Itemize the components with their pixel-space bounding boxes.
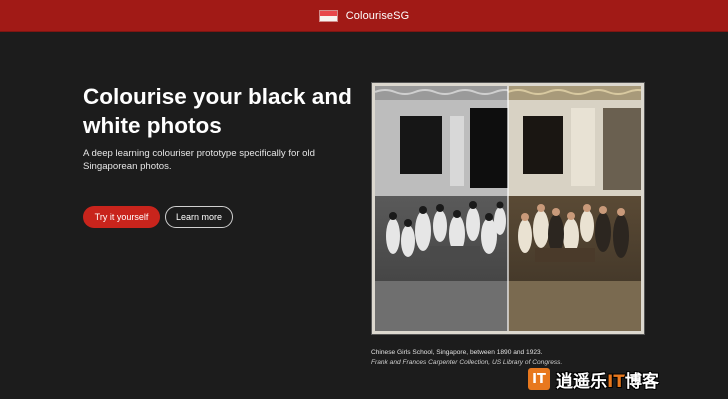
watermark-text-suffix: 博客 [624, 371, 659, 392]
watermark-logo-icon: IT [528, 368, 550, 390]
photo-caption: Chinese Girls School, Singapore, between… [371, 348, 671, 368]
top-navbar: ColouriseSG [0, 0, 728, 32]
hero-description: A deep learning colouriser prototype spe… [83, 148, 315, 172]
school-photo-illustration [375, 86, 641, 331]
caption-title: Chinese Girls School, Singapore, between… [371, 349, 543, 356]
brand[interactable]: ColouriseSG [318, 9, 409, 22]
site-watermark: IT 逍遥乐IT博客 [528, 367, 659, 392]
hero-title: Colourise your black and white photos [83, 84, 352, 138]
watermark-text-highlight: IT [607, 371, 625, 392]
try-it-yourself-button[interactable]: Try it yourself [83, 206, 160, 228]
watermark-text: 逍遥乐IT博客 [556, 367, 659, 392]
learn-more-button[interactable]: Learn more [165, 206, 233, 228]
bw-half [375, 86, 516, 331]
brand-name[interactable]: ColouriseSG [346, 10, 409, 22]
colour-half [507, 86, 641, 331]
watermark-text-prefix: 逍遥乐 [556, 371, 607, 392]
singapore-flag-icon [318, 9, 338, 22]
before-after-photo [371, 82, 645, 335]
